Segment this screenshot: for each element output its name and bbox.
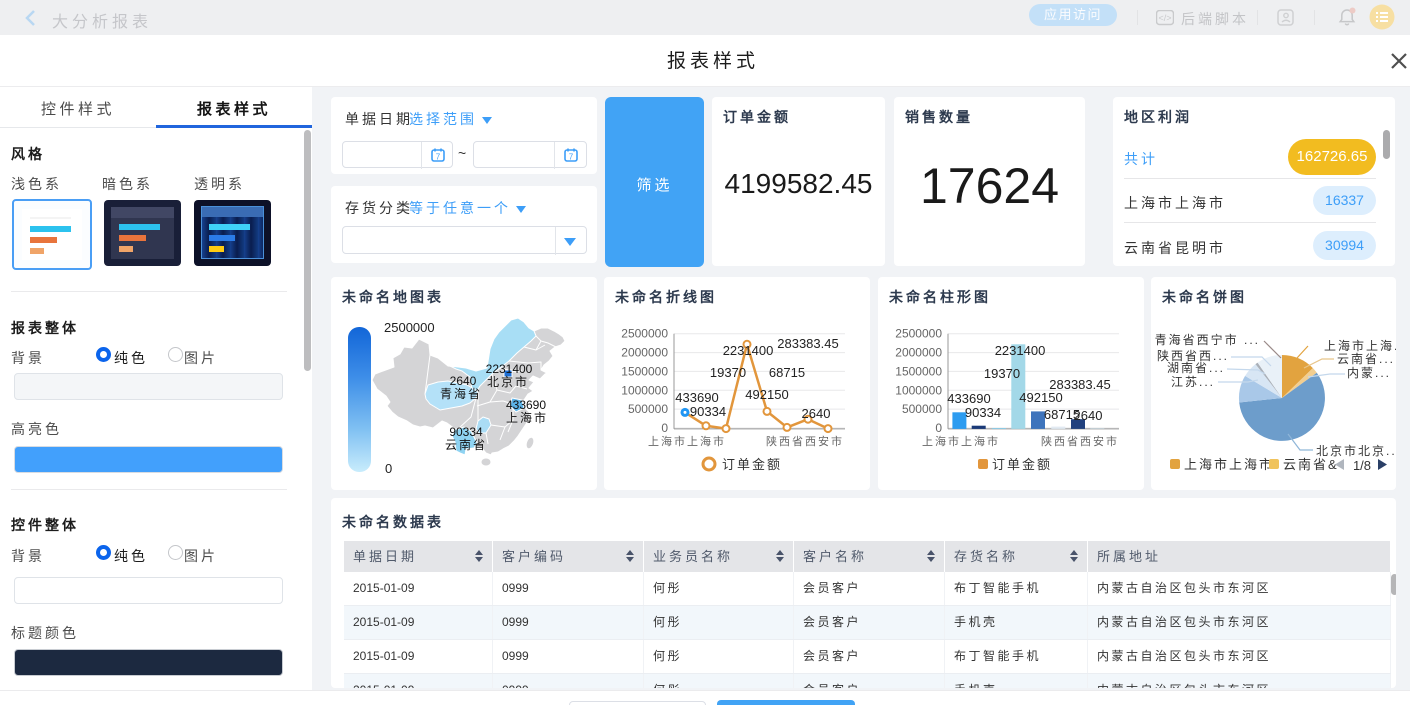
svg-text:上海市上海市: 上海市上海市 <box>1184 457 1274 472</box>
svg-text:1/8: 1/8 <box>1353 458 1371 473</box>
svg-text:492150: 492150 <box>1019 390 1062 405</box>
svg-text:云南省...: 云南省... <box>1337 351 1395 366</box>
svg-text:2000000: 2000000 <box>621 346 668 360</box>
svg-text:0: 0 <box>661 421 668 435</box>
svg-text:陕西省西安市: 陕西省西安市 <box>766 434 844 448</box>
svg-text:433690: 433690 <box>947 391 990 406</box>
svg-text:1000000: 1000000 <box>621 383 668 397</box>
svg-text:2640: 2640 <box>1074 408 1103 423</box>
svg-text:2231400: 2231400 <box>723 343 774 358</box>
svg-text:1000000: 1000000 <box>895 383 942 397</box>
svg-text:7: 7 <box>569 153 574 162</box>
svg-text:上海市: 上海市 <box>506 410 548 425</box>
svg-text:江苏...: 江苏... <box>1171 375 1215 389</box>
svg-text:283383.45: 283383.45 <box>1049 377 1110 392</box>
svg-text:1500000: 1500000 <box>895 364 942 378</box>
svg-text:1500000: 1500000 <box>621 364 668 378</box>
svg-text:0: 0 <box>935 421 942 435</box>
svg-text:2640: 2640 <box>450 374 477 388</box>
svg-text:2231400: 2231400 <box>995 343 1046 358</box>
svg-text:90334: 90334 <box>690 404 726 419</box>
svg-text:7: 7 <box>436 153 441 162</box>
svg-text:青海省西宁市 ...: 青海省西宁市 ... <box>1155 332 1260 347</box>
svg-text:283383.45: 283383.45 <box>777 336 838 351</box>
svg-text:云南省: 云南省 <box>445 437 487 452</box>
svg-text:19370: 19370 <box>710 365 746 380</box>
svg-text:北京市北京...: 北京市北京... <box>1316 443 1396 458</box>
svg-text:陕西省西安市: 陕西省西安市 <box>1041 434 1119 448</box>
svg-text:500000: 500000 <box>628 402 668 416</box>
svg-text:云南省&: 云南省& <box>1283 457 1339 472</box>
svg-text:2500000: 2500000 <box>895 327 942 341</box>
svg-text:订单金额: 订单金额 <box>992 457 1052 472</box>
svg-text:上海市上海市: 上海市上海市 <box>648 434 726 448</box>
svg-text:0: 0 <box>385 461 392 476</box>
svg-text:433690: 433690 <box>506 398 546 412</box>
svg-text:2231400: 2231400 <box>486 362 533 376</box>
svg-text:</>: </> <box>1158 13 1171 23</box>
svg-text:433690: 433690 <box>675 390 718 405</box>
svg-text:2500000: 2500000 <box>384 320 435 335</box>
svg-text:内蒙...: 内蒙... <box>1347 366 1391 380</box>
svg-text:492150: 492150 <box>745 387 788 402</box>
svg-text:19370: 19370 <box>984 366 1020 381</box>
svg-text:90334: 90334 <box>449 425 483 439</box>
svg-text:青海省: 青海省 <box>440 386 482 401</box>
svg-text:北京市: 北京市 <box>487 374 529 389</box>
svg-text:68715: 68715 <box>769 365 805 380</box>
svg-text:90334: 90334 <box>965 405 1001 420</box>
svg-text:上海市上海市: 上海市上海市 <box>922 434 1000 448</box>
svg-text:湖南省...: 湖南省... <box>1167 360 1225 375</box>
svg-text:500000: 500000 <box>902 402 942 416</box>
svg-text:2640: 2640 <box>802 406 831 421</box>
svg-text:2500000: 2500000 <box>621 327 668 341</box>
svg-text:2000000: 2000000 <box>895 346 942 360</box>
svg-text:上海市上海...: 上海市上海... <box>1324 338 1396 353</box>
svg-text:订单金额: 订单金额 <box>722 457 782 472</box>
